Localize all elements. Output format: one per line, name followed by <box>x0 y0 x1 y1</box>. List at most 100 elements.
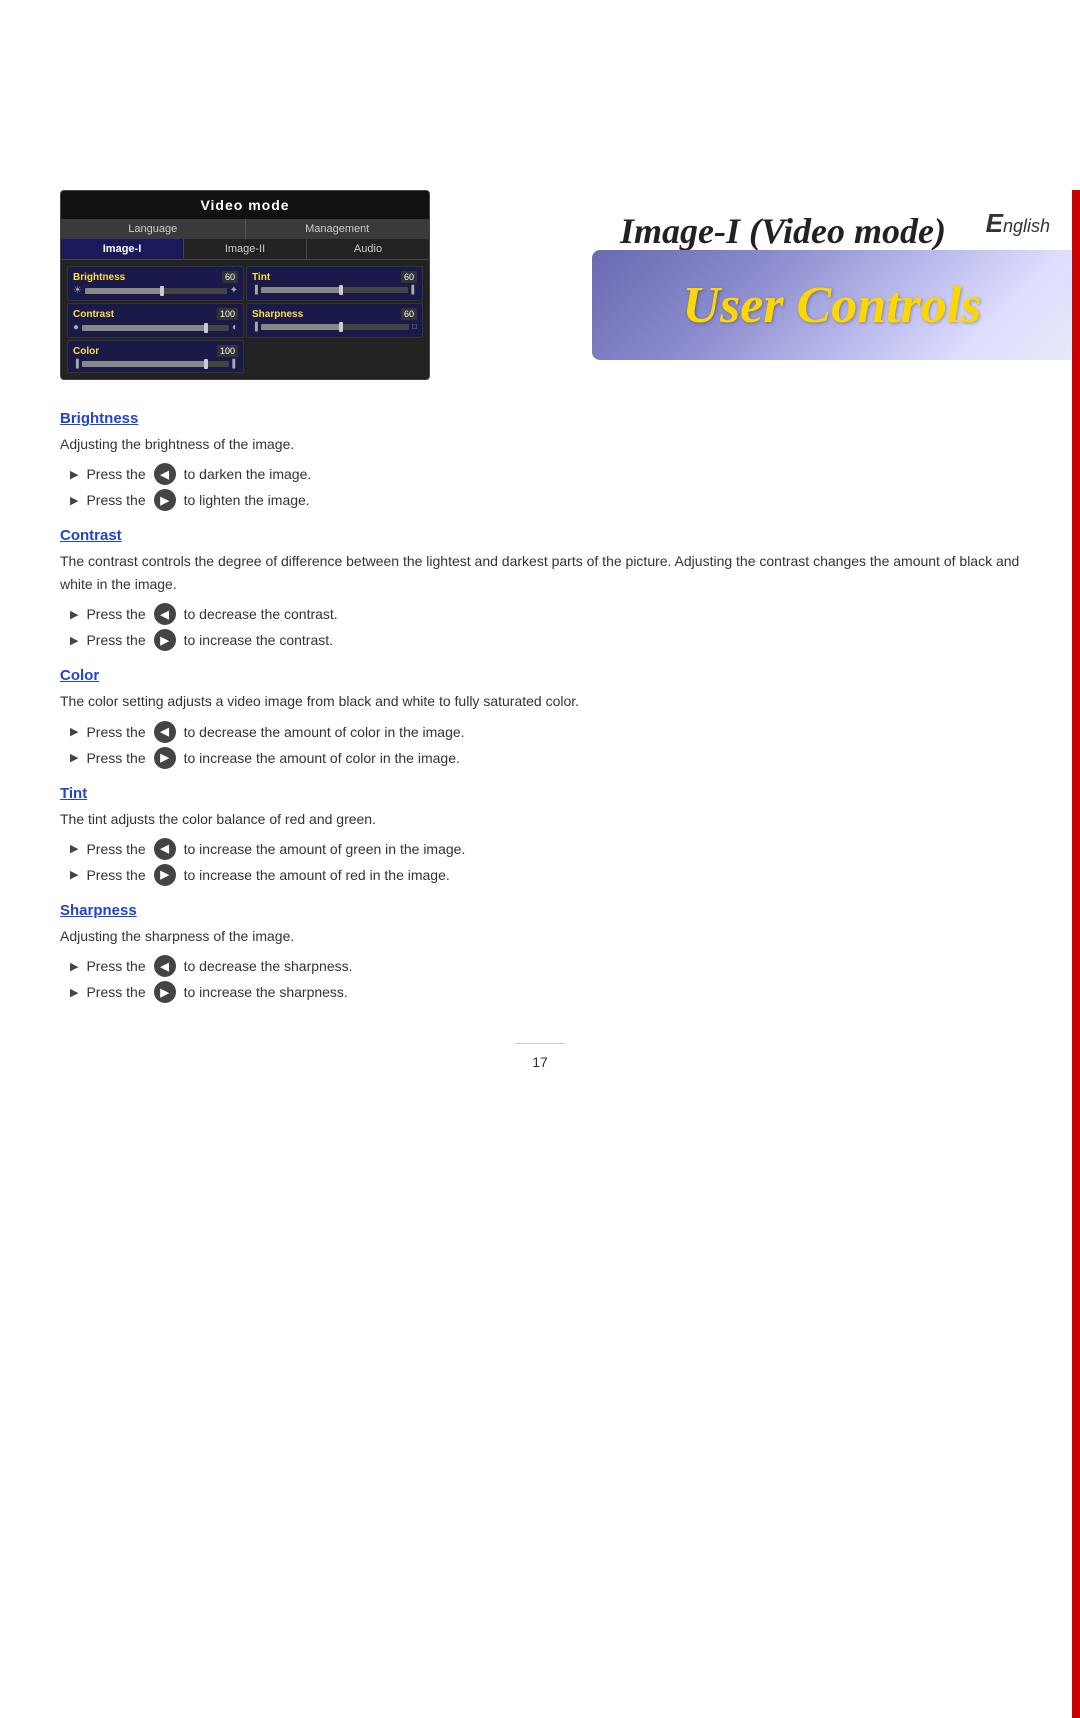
tint-icon-right: ▌ <box>411 285 417 294</box>
bullet-arrow-icon: ▶ <box>70 634 78 647</box>
sharpness-action-1: to decrease the sharpness. <box>184 958 353 974</box>
contrast-heading: Contrast <box>60 527 1020 544</box>
bullet-arrow-icon: ▶ <box>70 868 78 881</box>
brightness-heading: Brightness <box>60 410 1020 427</box>
color-value: 100 <box>217 345 238 357</box>
color-label: Color <box>73 346 99 357</box>
bullet-arrow-icon: ▶ <box>70 468 78 481</box>
brightness-section: Brightness Adjusting the brightness of t… <box>60 410 1020 511</box>
bullet-arrow-icon: ▶ <box>70 986 78 999</box>
color-desc: The color setting adjusts a video image … <box>60 690 1020 712</box>
user-controls-banner: User Controls <box>592 250 1072 360</box>
brightness-desc: Adjusting the brightness of the image. <box>60 433 1020 455</box>
color-icon-left: ▐ <box>73 359 79 368</box>
tint-section: Tint The tint adjusts the color balance … <box>60 785 1020 886</box>
brightness-control: Brightness 60 ☀ ✦ <box>67 266 244 301</box>
contrast-value: 100 <box>217 308 238 320</box>
brightness-action-2: to lighten the image. <box>184 492 310 508</box>
contrast-control: Contrast 100 ● ◐ <box>67 303 244 338</box>
contrast-icon-left: ● <box>73 322 79 333</box>
left-button-icon: ◀ <box>154 463 176 485</box>
contrast-bullets: ▶ Press the ◀ to decrease the contrast. … <box>70 603 1020 651</box>
brightness-bullets: ▶ Press the ◀ to darken the image. ▶ Pre… <box>70 463 1020 511</box>
sharpness-bullet-2: ▶ Press the ▶ to increase the sharpness. <box>70 981 1020 1003</box>
contrast-action-2: to increase the contrast. <box>184 632 333 648</box>
left-button-icon: ◀ <box>154 838 176 860</box>
tint-label: Tint <box>252 272 270 283</box>
color-icon-right: ▌ <box>232 359 238 368</box>
color-section: Color The color setting adjusts a video … <box>60 667 1020 768</box>
tint-action-2: to increase the amount of red in the ima… <box>184 867 450 883</box>
right-edge-bar <box>1072 190 1080 1718</box>
image-tab-image-ii[interactable]: Image-II <box>184 239 307 259</box>
color-action-2: to increase the amount of color in the i… <box>184 750 460 766</box>
contrast-icon-right: ◐ <box>232 322 238 333</box>
color-control: Color 100 ▐ ▌ <box>67 340 244 373</box>
press-the-label: Press the <box>86 466 145 482</box>
brightness-value: 60 <box>222 271 238 283</box>
color-action-1: to decrease the amount of color in the i… <box>184 724 465 740</box>
press-the-label: Press the <box>86 750 145 766</box>
tint-heading: Tint <box>60 785 1020 802</box>
contrast-bar <box>82 325 229 331</box>
tint-action-1: to increase the amount of green in the i… <box>184 841 466 857</box>
press-the-label: Press the <box>86 724 145 740</box>
right-button-icon: ▶ <box>154 489 176 511</box>
english-rest: nglish <box>1003 216 1050 236</box>
sharpness-desc: Adjusting the sharpness of the image. <box>60 925 1020 947</box>
sharpness-icon-right: □ <box>412 322 417 331</box>
brightness-label: Brightness <box>73 272 125 283</box>
image-tab-image-i[interactable]: Image-I <box>61 239 184 259</box>
right-button-icon: ▶ <box>154 747 176 769</box>
color-bullets: ▶ Press the ◀ to decrease the amount of … <box>70 721 1020 769</box>
language-label: English <box>986 208 1050 239</box>
bullet-arrow-icon: ▶ <box>70 842 78 855</box>
sharpness-bullet-1: ▶ Press the ◀ to decrease the sharpness. <box>70 955 1020 977</box>
contrast-desc: The contrast controls the degree of diff… <box>60 550 1020 595</box>
brightness-action-1: to darken the image. <box>184 466 312 482</box>
press-the-label: Press the <box>86 492 145 508</box>
sharpness-heading: Sharpness <box>60 902 1020 919</box>
user-controls-title: User Controls <box>682 276 981 335</box>
left-button-icon: ◀ <box>154 955 176 977</box>
right-button-icon: ▶ <box>154 981 176 1003</box>
image-tab-audio[interactable]: Audio <box>307 239 429 259</box>
menu-tab-management: Management <box>246 219 430 239</box>
contrast-bullet-2: ▶ Press the ▶ to increase the contrast. <box>70 629 1020 651</box>
image-i-section-title: Image-I (Video mode) <box>620 190 1020 252</box>
bullet-arrow-icon: ▶ <box>70 494 78 507</box>
brightness-icon-right: ✦ <box>230 285 238 296</box>
right-button-icon: ▶ <box>154 629 176 651</box>
menu-tabs: Language Management <box>61 219 429 239</box>
press-the-label: Press the <box>86 606 145 622</box>
right-button-icon: ▶ <box>154 864 176 886</box>
image-tabs: Image-I Image-II Audio <box>61 239 429 260</box>
sharpness-value: 60 <box>401 308 417 320</box>
bullet-arrow-icon: ▶ <box>70 608 78 621</box>
brightness-bar <box>85 288 227 294</box>
sharpness-control: Sharpness 60 ▐ □ <box>246 303 423 338</box>
color-bullet-2: ▶ Press the ▶ to increase the amount of … <box>70 747 1020 769</box>
tint-icon-left: ▐ <box>252 285 258 294</box>
tint-bullet-2: ▶ Press the ▶ to increase the amount of … <box>70 864 1020 886</box>
tint-bullet-1: ▶ Press the ◀ to increase the amount of … <box>70 838 1020 860</box>
sharpness-action-2: to increase the sharpness. <box>184 984 348 1000</box>
color-bullet-1: ▶ Press the ◀ to decrease the amount of … <box>70 721 1020 743</box>
page-number: 17 <box>515 1043 565 1070</box>
sharpness-label: Sharpness <box>252 309 303 320</box>
bullet-arrow-icon: ▶ <box>70 751 78 764</box>
controls-grid: Brightness 60 ☀ ✦ Tint <box>61 260 429 379</box>
content-sections: Brightness Adjusting the brightness of t… <box>60 410 1020 1003</box>
brightness-icon-left: ☀ <box>73 285 82 296</box>
sharpness-icon-left: ▐ <box>252 322 258 331</box>
brightness-bullet-2: ▶ Press the ▶ to lighten the image. <box>70 489 1020 511</box>
sharpness-section: Sharpness Adjusting the sharpness of the… <box>60 902 1020 1003</box>
press-the-label: Press the <box>86 867 145 883</box>
bullet-arrow-icon: ▶ <box>70 960 78 973</box>
press-the-label: Press the <box>86 632 145 648</box>
color-bar <box>82 361 230 367</box>
press-the-label: Press the <box>86 841 145 857</box>
brightness-bullet-1: ▶ Press the ◀ to darken the image. <box>70 463 1020 485</box>
tint-value: 60 <box>401 271 417 283</box>
video-mode-panel: Video mode Language Management Image-I I… <box>60 190 430 380</box>
